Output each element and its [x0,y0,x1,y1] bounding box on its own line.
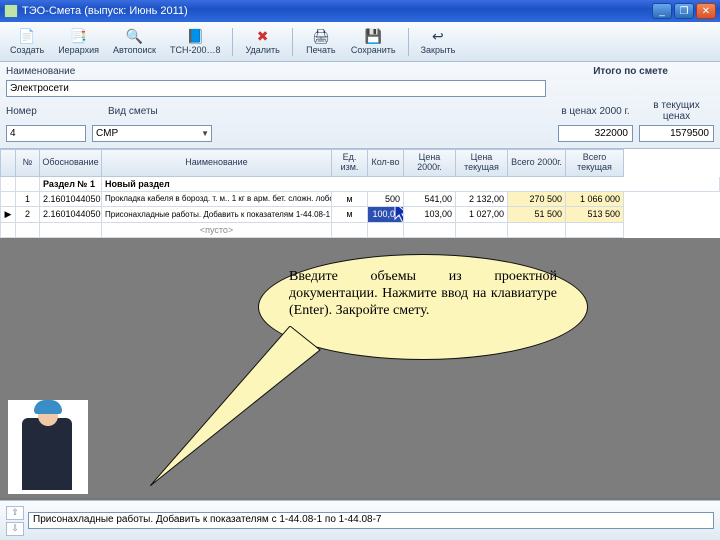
exit-icon: ↩ [430,28,446,44]
save-button[interactable]: 💾 Сохранить [345,26,402,57]
create-button[interactable]: 📄 Создать [4,26,50,57]
separator [408,28,409,56]
close-button[interactable]: ↩ Закрыть [415,26,462,57]
autosearch-button[interactable]: 🔍 Автопоиск [107,26,162,57]
assistant-illustration [8,400,88,494]
nav-up-button[interactable]: ⇧ [6,506,24,520]
total-2000-box: 322000 [558,125,633,142]
number-field[interactable] [6,125,86,142]
kind-label: Вид сметы [108,106,158,117]
delete-icon: ✖ [255,28,271,44]
status-bar: ⇧ ⇩ Присонахладные работы. Добавить к по… [0,500,720,540]
search-icon: 🔍 [126,28,142,44]
estimate-form: Наименование Итого по смете Номер Вид см… [0,62,720,149]
table-row[interactable]: ▶ 2 2.1601044050+08 Присонахладные работ… [0,207,720,223]
maximize-button[interactable]: ❐ [674,3,694,19]
hierarchy-icon: 📑 [71,28,87,44]
price2000-label: в ценах 2000 г. [558,106,633,117]
name-field[interactable] [6,80,546,97]
kind-select[interactable]: СМР ▼ [92,125,212,142]
delete-button[interactable]: ✖ Удалить [239,26,285,57]
table-row-empty: <пусто> [0,223,720,238]
items-grid: № Обоснование Наименование Ед. изм. Кол-… [0,149,720,238]
create-icon: 📄 [19,28,35,44]
table-row[interactable]: 1 2.1601044050 Прокладка кабеля в борозд… [0,192,720,207]
book-icon: 📘 [187,28,203,44]
window-title: ТЭО-Смета (выпуск: Июнь 2011) [22,5,652,17]
row-marker-icon: ▶ [0,207,16,223]
total-label: Итого по смете [593,66,668,77]
pricecur-label: в текущих ценах [639,100,714,122]
tsn-button[interactable]: 📘 ТСН-200…8 [164,26,227,57]
nav-down-button[interactable]: ⇩ [6,522,24,536]
separator [292,28,293,56]
main-toolbar: 📄 Создать 📑 Иерархия 🔍 Автопоиск 📘 ТСН-2… [0,22,720,62]
qty-edit-cell[interactable]: 100,00 [368,207,404,223]
window-titlebar: ТЭО-Смета (выпуск: Июнь 2011) _ ❐ ✕ [0,0,720,22]
print-button[interactable]: 🖨 Печать [299,26,343,57]
minimize-button[interactable]: _ [652,3,672,19]
close-window-button[interactable]: ✕ [696,3,716,19]
hierarchy-button[interactable]: 📑 Иерархия [52,26,105,57]
section-row[interactable]: Раздел № 1 Новый раздел [0,177,720,192]
status-text: Присонахладные работы. Добавить к показа… [28,512,714,529]
total-current-box: 1579500 [639,125,714,142]
chevron-down-icon: ▼ [201,129,209,138]
save-icon: 💾 [365,28,381,44]
print-icon: 🖨 [313,28,329,44]
separator [232,28,233,56]
name-label: Наименование [6,66,86,77]
number-label: Номер [6,106,86,117]
app-icon [4,4,18,18]
grid-header: № Обоснование Наименование Ед. изм. Кол-… [0,149,720,177]
